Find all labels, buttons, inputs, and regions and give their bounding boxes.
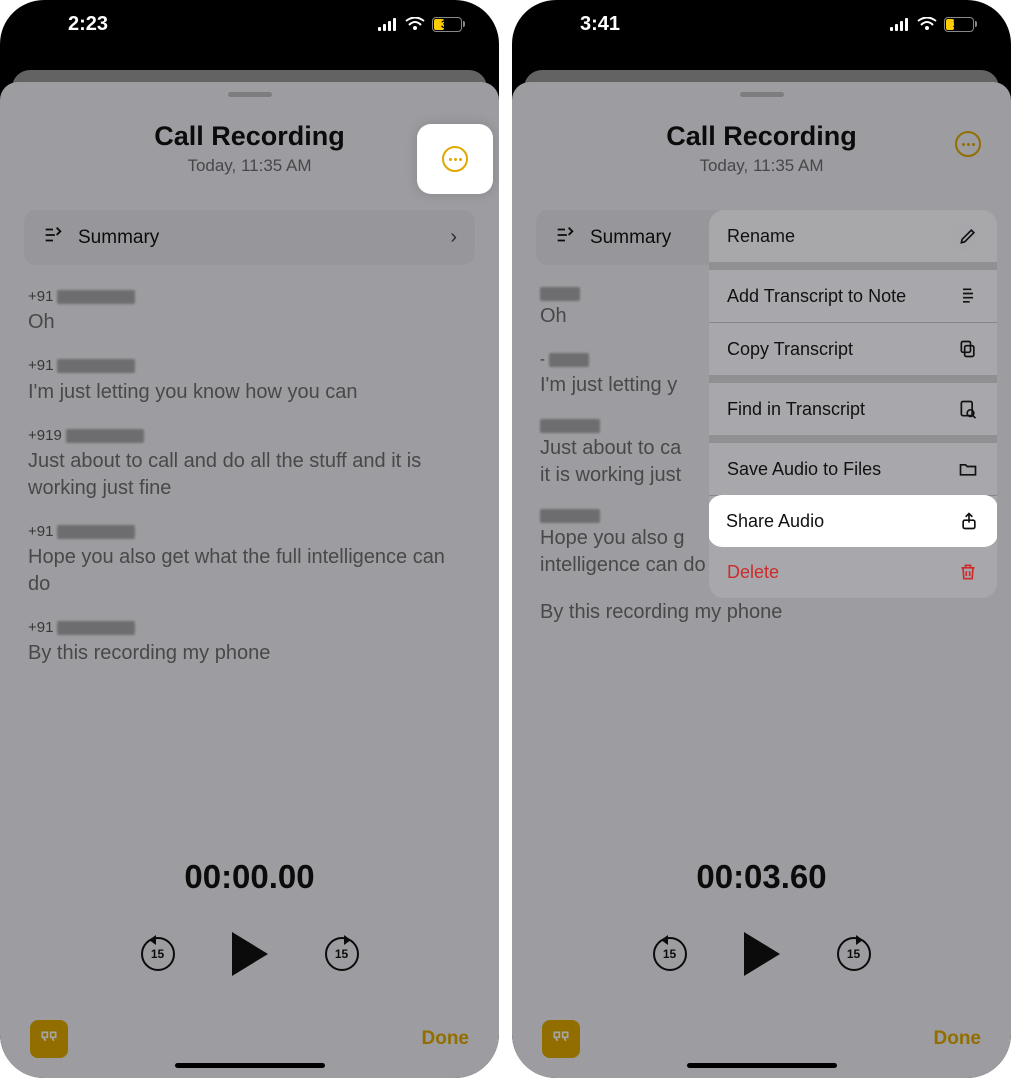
transcript: +91 Oh +91 I'm just letting you know how… (0, 265, 499, 667)
speaker-label: +91 (28, 287, 471, 307)
speaker-label: +91 (28, 618, 471, 638)
transcript-block: +91 By this recording my phone (28, 618, 471, 667)
menu-label: Copy Transcript (727, 339, 853, 360)
player-controls: 15 15 (512, 932, 1011, 976)
signal-icon (378, 18, 398, 31)
transcript-text: Hope you also get what the full intellig… (28, 544, 471, 598)
player: 00:00.00 15 15 Done (0, 858, 499, 1058)
note-add-icon (957, 285, 979, 307)
menu-label: Share Audio (726, 511, 824, 532)
signal-icon (890, 18, 910, 31)
menu-item-save-audio[interactable]: Save Audio to Files (709, 443, 997, 496)
phone-left: 2:23 35 Call Recording Today, 11:35 AM (0, 0, 499, 1078)
done-button[interactable]: Done (422, 1028, 470, 1050)
transcript-block: +91 I'm just letting you know how you ca… (28, 356, 471, 405)
player-controls: 15 15 (0, 932, 499, 976)
header: Call Recording Today, 11:35 AM (512, 121, 1011, 176)
phone-right: 3:41 30 Call Recording Today, 11:35 AM (512, 0, 1011, 1078)
transcript-text: By this recording my phone (28, 640, 471, 667)
transcript-text: By this recording my phone (540, 599, 983, 626)
home-indicator[interactable] (175, 1063, 325, 1068)
sheet-grabber[interactable] (228, 92, 272, 97)
wifi-icon (917, 17, 937, 31)
transcript-quote-button[interactable] (30, 1020, 68, 1058)
transcript-block: +91 Oh (28, 287, 471, 336)
page-subtitle: Today, 11:35 AM (24, 156, 475, 176)
status-time: 2:23 (68, 13, 108, 36)
summary-label: Summary (590, 227, 671, 249)
menu-item-copy-transcript[interactable]: Copy Transcript (709, 323, 997, 383)
battery-icon: 35 (432, 17, 465, 32)
transcript-block: +919 Just about to call and do all the s… (28, 426, 471, 502)
battery-icon: 30 (944, 17, 977, 32)
skip-forward-15-button[interactable]: 15 (834, 934, 874, 974)
play-button[interactable] (232, 932, 268, 976)
playback-time: 00:00.00 (0, 858, 499, 896)
menu-label: Rename (727, 226, 795, 247)
speaker-label: +91 (28, 522, 471, 542)
menu-label: Find in Transcript (727, 399, 865, 420)
page-subtitle: Today, 11:35 AM (536, 156, 987, 176)
summary-label: Summary (78, 227, 159, 249)
ellipsis-icon (442, 146, 468, 172)
status-bar: 3:41 30 (512, 0, 1011, 48)
chevron-right-icon: › (450, 226, 457, 249)
menu-item-share-audio[interactable]: Share Audio (709, 495, 997, 547)
page-title: Call Recording (536, 121, 987, 152)
player: 00:03.60 15 15 Done (512, 858, 1011, 1058)
menu-item-rename[interactable]: Rename (709, 210, 997, 270)
find-icon (957, 398, 979, 420)
context-menu: Rename Add Transcript to Note Copy Trans… (709, 210, 997, 598)
play-button[interactable] (744, 932, 780, 976)
skip-forward-15-button[interactable]: 15 (322, 934, 362, 974)
share-icon (958, 510, 980, 532)
menu-item-find-transcript[interactable]: Find in Transcript (709, 383, 997, 443)
bottom-bar: Done (0, 976, 499, 1058)
status-icons: 30 (890, 17, 977, 32)
menu-label: Delete (727, 562, 779, 583)
status-icons: 35 (378, 17, 465, 32)
bottom-bar: Done (512, 976, 1011, 1058)
more-button[interactable] (951, 127, 985, 161)
home-indicator[interactable] (687, 1063, 837, 1068)
sheet: Call Recording Today, 11:35 AM Summary ›… (0, 82, 499, 1078)
playback-time: 00:03.60 (512, 858, 1011, 896)
summary-row[interactable]: Summary › (24, 210, 475, 265)
skip-back-15-button[interactable]: 15 (650, 934, 690, 974)
skip-back-15-button[interactable]: 15 (138, 934, 178, 974)
page-title: Call Recording (24, 121, 475, 152)
transcript-block: +91 Hope you also get what the full inte… (28, 522, 471, 598)
transcript-text: Oh (28, 309, 471, 336)
wifi-icon (405, 17, 425, 31)
ellipsis-icon (955, 131, 981, 157)
menu-label: Add Transcript to Note (727, 286, 906, 307)
transcript-quote-button[interactable] (542, 1020, 580, 1058)
trash-icon (957, 561, 979, 583)
transcript-block: By this recording my phone (540, 599, 983, 626)
summary-icon (554, 224, 576, 252)
folder-icon (957, 458, 979, 480)
status-time: 3:41 (580, 13, 620, 36)
summary-icon (42, 224, 64, 252)
transcript-text: Just about to call and do all the stuff … (28, 448, 471, 502)
speaker-label: +91 (28, 356, 471, 376)
menu-item-add-transcript[interactable]: Add Transcript to Note (709, 270, 997, 323)
done-button[interactable]: Done (934, 1028, 982, 1050)
menu-label: Save Audio to Files (727, 459, 881, 480)
menu-item-delete[interactable]: Delete (709, 546, 997, 598)
pencil-icon (957, 225, 979, 247)
speaker-label: +919 (28, 426, 471, 446)
highlight-more-button (417, 124, 493, 194)
status-bar: 2:23 35 (0, 0, 499, 48)
transcript-text: I'm just letting you know how you can (28, 379, 471, 406)
sheet-grabber[interactable] (740, 92, 784, 97)
copy-icon (957, 338, 979, 360)
